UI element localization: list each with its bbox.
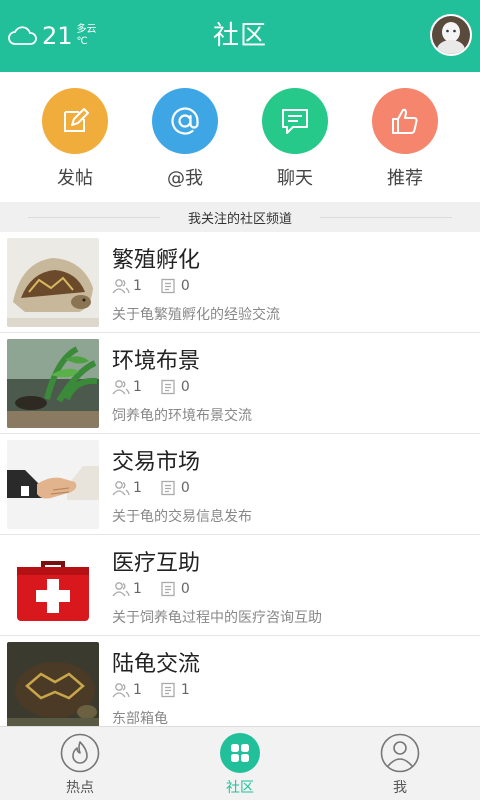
divider [320,216,453,218]
divider [28,216,160,218]
list-item[interactable]: 繁殖孵化 1 0 关于龟繁殖孵化的经验交流 [0,232,480,333]
member-count: 1 [133,480,142,496]
member-count: 1 [133,581,142,597]
post-button-label: 发帖 [57,168,93,189]
channel-name: 交易市场 [112,450,201,475]
list-item[interactable]: 医疗互助 1 0 关于饲养龟过程中的医疗咨询互助 [0,535,480,636]
recommend-button-circle [372,88,438,154]
channel-description: 东部箱龟 [112,711,168,726]
top-bar: 21 多云 ℃ 社区 [0,0,480,72]
chat-button[interactable]: 聊天 [250,72,340,202]
members-icon [112,279,130,294]
post-count: 0 [180,278,190,294]
mentions-button-label: @我 [167,168,203,189]
members-icon [112,481,130,496]
avatar[interactable] [430,14,472,56]
channel-description: 关于饲养龟过程中的医疗咨询互助 [112,610,322,626]
member-count: 1 [133,278,142,294]
channel-list: 繁殖孵化 1 0 关于龟繁殖孵化的经验交流 环境布景 1 0 饲养龟的环境布景交… [0,232,480,726]
chat-button-circle [262,88,328,154]
recommend-button[interactable]: 推荐 [360,72,450,202]
handshake-photo [7,440,99,529]
tab-me[interactable]: 我 [320,727,480,800]
members-icon [112,683,130,698]
aquarium-photo [7,339,99,428]
posts-icon [161,480,175,496]
posts-icon [161,278,175,294]
tab-me-label: 我 [393,780,407,796]
channel-stats: 1 0 [112,278,208,294]
channel-stats: 1 0 [112,581,208,597]
shortcut-bar: 发帖 @我 聊天 推荐 [0,72,480,202]
person-icon [380,733,420,773]
edit-icon [64,108,89,132]
post-count: 0 [180,379,190,395]
chat-icon [282,109,308,134]
post-button-circle [42,88,108,154]
thumbs-up-icon [392,108,418,134]
channel-name: 陆龟交流 [112,652,201,677]
at-icon [171,107,199,135]
list-item[interactable]: 陆龟交流 1 1 东部箱龟 [0,636,480,726]
first-aid-kit-photo [7,541,99,630]
post-button[interactable]: 发帖 [30,72,120,202]
tab-community-label: 社区 [226,780,254,796]
members-icon [112,582,130,597]
tab-community[interactable]: 社区 [160,727,320,800]
members-icon [112,380,130,395]
channel-name: 环境布景 [112,349,201,374]
list-item[interactable]: 交易市场 1 0 关于龟的交易信息发布 [0,434,480,535]
posts-icon [161,682,175,698]
post-count: 1 [180,682,190,698]
recommend-button-label: 推荐 [387,168,423,189]
chat-button-label: 聊天 [277,168,313,189]
turtle-hatching-photo [7,238,99,327]
section-title: 我关注的社区频道 [188,211,293,227]
post-count: 0 [180,480,190,496]
channel-stats: 1 0 [112,379,208,395]
grid-icon [220,733,260,773]
list-item[interactable]: 环境布景 1 0 饲养龟的环境布景交流 [0,333,480,434]
channel-description: 饲养龟的环境布景交流 [112,408,252,424]
channel-description: 关于龟的交易信息发布 [112,509,252,525]
member-count: 1 [133,379,142,395]
section-header: 我关注的社区频道 [0,202,480,232]
tab-hot[interactable]: 热点 [0,727,160,800]
tab-hot-label: 热点 [66,780,94,796]
posts-icon [161,379,175,395]
bottom-nav: 热点 社区 我 [0,726,480,800]
channel-stats: 1 0 [112,480,208,496]
member-count: 1 [133,682,142,698]
post-count: 0 [180,581,190,597]
tortoise-photo [7,642,99,726]
page-title: 社区 [212,21,267,51]
mentions-button-circle [152,88,218,154]
channel-name: 繁殖孵化 [112,248,201,273]
channel-description: 关于龟繁殖孵化的经验交流 [112,307,280,323]
posts-icon [161,581,175,597]
mentions-button[interactable]: @我 [140,72,230,202]
channel-name: 医疗互助 [112,551,201,576]
flame-icon [60,733,100,773]
channel-stats: 1 1 [112,682,208,698]
avatar-image [432,16,470,54]
